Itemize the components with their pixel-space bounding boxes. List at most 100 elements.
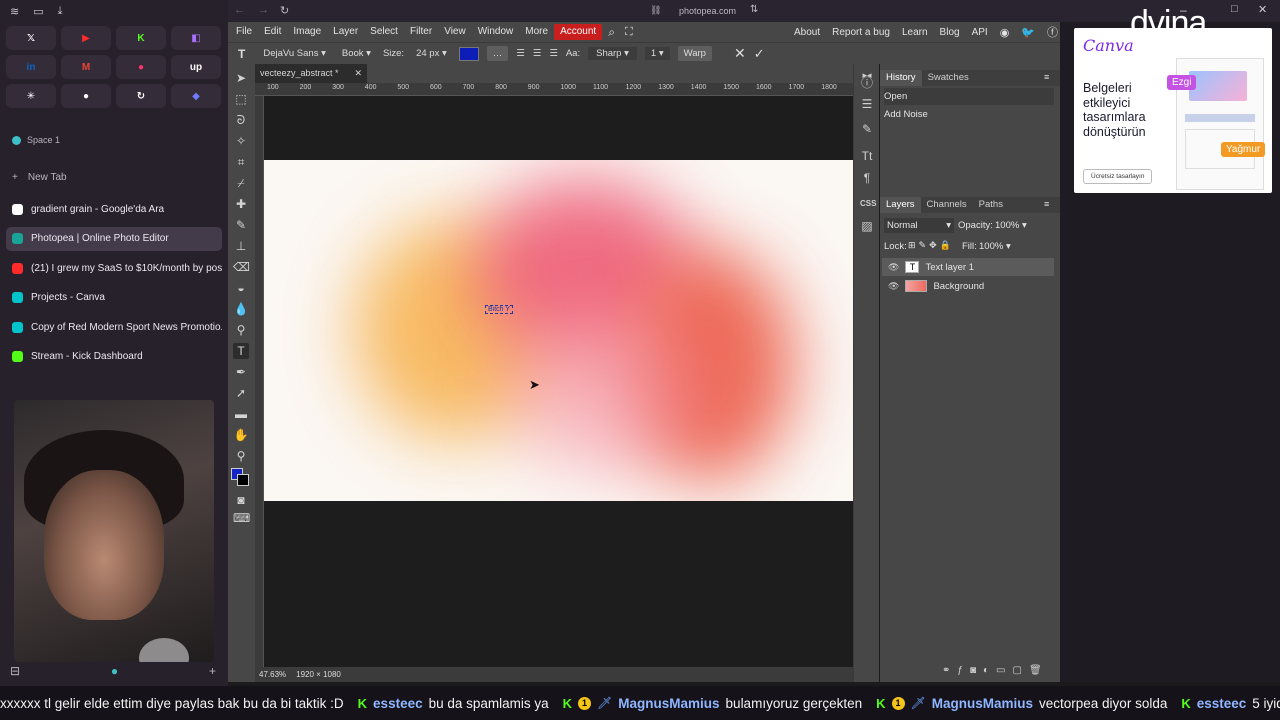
eraser-tool-icon[interactable]: ⌫ xyxy=(233,259,250,275)
blur-tool-icon[interactable]: 💧 xyxy=(233,301,249,317)
new-layer-icon[interactable]: ▢ xyxy=(1013,665,1029,676)
layer-row[interactable]: 👁 T Text layer 1 xyxy=(882,258,1054,276)
leading-dropdown[interactable]: 1 ▾ xyxy=(644,47,670,60)
antialias-dropdown[interactable]: Sharp ▾ xyxy=(588,47,637,60)
menu-view[interactable]: View xyxy=(438,24,472,40)
visibility-eye-icon[interactable]: 👁 xyxy=(888,262,899,273)
menu-link-learn[interactable]: Learn xyxy=(902,27,928,38)
new-tab-button[interactable]: + New Tab xyxy=(12,172,67,183)
align-right-icon[interactable]: ☰ xyxy=(549,48,558,59)
brush-tool-icon[interactable]: ✎ xyxy=(233,217,249,233)
mask-icon[interactable]: ◙ xyxy=(970,665,983,676)
layer-row[interactable]: 👁 Background xyxy=(882,277,1054,295)
fill-input[interactable]: 100% ▾ xyxy=(979,241,1011,252)
pen-tool-icon[interactable]: ✒ xyxy=(233,364,249,380)
menu-link-about[interactable]: About xyxy=(794,27,820,38)
pinned-tab[interactable]: ✳ xyxy=(6,84,56,108)
menu-file[interactable]: File xyxy=(230,24,258,40)
pinned-tab[interactable]: in xyxy=(6,55,56,79)
path-select-tool-icon[interactable]: ➚ xyxy=(233,385,249,401)
menu-select[interactable]: Select xyxy=(364,24,404,40)
trash-icon[interactable]: 🗑 xyxy=(1029,665,1049,676)
browser-tab[interactable]: Stream - Kick Dashboard xyxy=(6,345,222,369)
fullscreen-icon[interactable]: ⛶ xyxy=(625,26,633,39)
forward-icon[interactable]: → xyxy=(258,4,269,16)
history-item[interactable]: Add Noise xyxy=(884,106,1054,123)
tab-layers[interactable]: Layers xyxy=(880,197,921,213)
dodge-tool-icon[interactable]: ⚲ xyxy=(233,322,249,338)
eyedropper-tool-icon[interactable]: ⌿ xyxy=(233,175,249,191)
lock-icons[interactable]: ⊞✎✥🔒 xyxy=(908,240,954,251)
character-icon[interactable]: Tt xyxy=(860,149,874,163)
hand-tool-icon[interactable]: ✋ xyxy=(233,427,249,443)
paragraph-icon[interactable]: ¶ xyxy=(860,171,874,185)
menu-link-report-a-bug[interactable]: Report a bug xyxy=(832,27,890,38)
tab-swatches[interactable]: Swatches xyxy=(922,70,975,86)
pinned-tab[interactable]: ▶ xyxy=(61,26,111,50)
menu-link-blog[interactable]: Blog xyxy=(940,27,960,38)
tab-paths[interactable]: Paths xyxy=(973,197,1009,213)
document-tab[interactable]: vecteezy_abstract * ✕ xyxy=(255,64,367,83)
quick-mask-icon[interactable]: ◙ xyxy=(233,492,249,508)
ad-cta-button[interactable]: Ücretsiz tasarlayın xyxy=(1083,169,1153,184)
sidebar-toggle-icon[interactable]: ▭ xyxy=(33,5,43,18)
bucket-tool-icon[interactable]: ◒ xyxy=(233,280,249,296)
pinned-tab[interactable]: ◧ xyxy=(171,26,221,50)
info-icon[interactable]: ⓘ xyxy=(860,76,874,90)
font-weight-dropdown[interactable]: Book ▾ xyxy=(338,48,375,59)
maximize-icon[interactable]: □ xyxy=(1231,3,1238,15)
document-canvas[interactable]: Bitch Y ➤ xyxy=(264,160,853,501)
space-switcher-dot[interactable]: ● xyxy=(111,664,118,678)
brush-settings-icon[interactable]: ✎ xyxy=(860,122,874,136)
folder-icon[interactable]: ▭ xyxy=(996,665,1012,676)
text-color-swatch[interactable] xyxy=(458,46,479,61)
menu-edit[interactable]: Edit xyxy=(258,24,287,40)
close-tab-icon[interactable]: ✕ xyxy=(354,64,362,83)
twitter-icon[interactable]: 🐦 xyxy=(1021,26,1035,39)
move-tool-icon[interactable]: ➤ xyxy=(233,70,249,86)
canva-ad[interactable]: Canva Belgeleri etkileyici tasarımlara d… xyxy=(1074,28,1272,193)
zoom-level[interactable]: 47.63% xyxy=(259,670,286,679)
visibility-eye-icon[interactable]: 👁 xyxy=(888,281,899,292)
browser-tab[interactable]: Projects - Canva xyxy=(6,286,222,310)
link-layers-icon[interactable]: ⚭ xyxy=(942,665,957,676)
reload-icon[interactable]: ↻ xyxy=(280,4,289,17)
pinned-tab[interactable]: M xyxy=(61,55,111,79)
type-tool-icon[interactable]: T xyxy=(233,343,249,359)
close-window-icon[interactable]: ✕ xyxy=(1258,3,1267,16)
marquee-tool-icon[interactable]: ⬚ xyxy=(233,91,249,107)
layers-panel-menu-icon[interactable]: ≡ xyxy=(1044,199,1049,209)
css-icon[interactable]: CSS xyxy=(860,197,876,211)
search-icon[interactable]: ⌕ xyxy=(608,25,615,40)
cancel-edit-icon[interactable]: ✕ xyxy=(734,45,746,62)
tab-channels[interactable]: Channels xyxy=(921,197,973,213)
text-options-button[interactable]: … xyxy=(486,46,509,61)
space-indicator[interactable]: Space 1 xyxy=(12,135,60,145)
menu-link-api[interactable]: API xyxy=(972,27,988,38)
reddit-icon[interactable]: ◉ xyxy=(1000,26,1010,39)
menu-layer[interactable]: Layer xyxy=(327,24,364,40)
blend-mode-dropdown[interactable]: Normal ▾ xyxy=(884,218,954,233)
arc-logo-icon[interactable]: ≋ xyxy=(10,5,19,18)
browser-tab[interactable]: (21) I grew my SaaS to $10K/month by pos… xyxy=(6,256,222,280)
pinned-tab[interactable]: up xyxy=(171,55,221,79)
align-left-icon[interactable]: ☰ xyxy=(516,48,525,59)
download-icon[interactable]: ⤓ xyxy=(58,5,63,18)
back-icon[interactable]: ← xyxy=(234,4,245,16)
settings-sliders-icon[interactable]: ⇅ xyxy=(750,4,758,15)
history-panel-menu-icon[interactable]: ≡ xyxy=(1044,72,1049,82)
menu-account[interactable]: Account xyxy=(554,24,603,40)
warp-button[interactable]: Warp xyxy=(677,46,712,61)
browser-tab[interactable]: Photopea | Online Photo Editor xyxy=(6,226,222,251)
archive-icon[interactable]: ⊟ xyxy=(10,664,20,678)
fx-icon[interactable]: ƒ xyxy=(957,665,970,676)
canvas-text-layer[interactable]: Bitch Y xyxy=(485,305,514,314)
font-family-dropdown[interactable]: DejaVu Sans ▾ xyxy=(259,48,330,59)
pinned-tab[interactable]: ↻ xyxy=(116,84,166,108)
add-space-icon[interactable]: + xyxy=(209,664,216,678)
magic-wand-tool-icon[interactable]: ✧ xyxy=(233,133,249,149)
pinned-tab[interactable]: ◆ xyxy=(171,84,221,108)
adjustment-icon[interactable]: ◐ xyxy=(983,665,996,676)
pinned-tab[interactable]: ● xyxy=(61,84,111,108)
menu-image[interactable]: Image xyxy=(287,24,327,40)
